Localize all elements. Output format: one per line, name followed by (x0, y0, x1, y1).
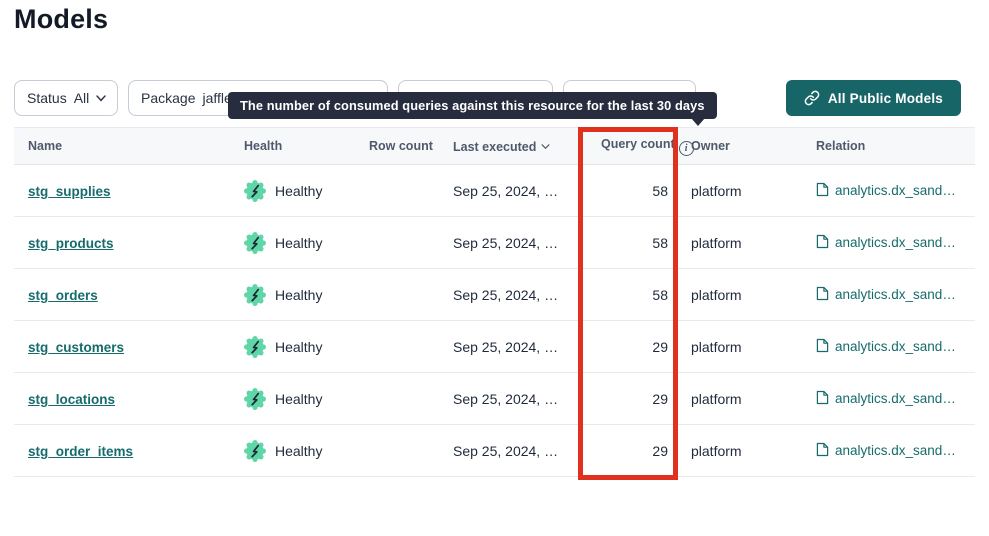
health-label: Healthy (275, 443, 322, 459)
file-icon (816, 442, 829, 460)
file-icon (816, 234, 829, 252)
file-icon (816, 338, 829, 356)
file-icon (816, 286, 829, 304)
tooltip-arrow (691, 118, 705, 126)
row-count-cell (355, 165, 439, 217)
row-count-cell (355, 425, 439, 477)
column-header-query-count[interactable]: Query counti (587, 128, 677, 165)
table-row: stg_products Healthy Sep 25, 2024, … 58 … (14, 217, 975, 269)
owner-cell: platform (677, 165, 802, 217)
query-count-tooltip: The number of consumed queries against t… (228, 92, 717, 119)
query-count-cell: 58 (587, 269, 677, 321)
query-count-cell: 29 (587, 425, 677, 477)
model-link[interactable]: stg_customers (28, 340, 124, 355)
healthy-badge-icon (244, 232, 266, 254)
row-count-cell (355, 269, 439, 321)
column-header-health: Health (230, 128, 355, 165)
relation-link[interactable]: analytics.dx_sand… (835, 287, 956, 302)
table-row: stg_locations Healthy Sep 25, 2024, … 29… (14, 373, 975, 425)
relation-link[interactable]: analytics.dx_sand… (835, 339, 956, 354)
health-label: Healthy (275, 287, 322, 303)
status-filter[interactable]: Status All (14, 80, 118, 116)
owner-cell: platform (677, 217, 802, 269)
model-link[interactable]: stg_products (28, 236, 114, 251)
row-count-cell (355, 217, 439, 269)
last-executed-cell: Sep 25, 2024, … (439, 217, 587, 269)
model-link[interactable]: stg_locations (28, 392, 115, 407)
last-executed-cell: Sep 25, 2024, … (439, 373, 587, 425)
model-link[interactable]: stg_order_items (28, 444, 133, 459)
owner-cell: platform (677, 321, 802, 373)
health-label: Healthy (275, 183, 322, 199)
health-label: Healthy (275, 339, 322, 355)
healthy-badge-icon (244, 284, 266, 306)
last-executed-label: Last executed (453, 140, 536, 154)
column-header-last-executed[interactable]: Last executed (439, 128, 587, 165)
page-title: Models (14, 4, 108, 35)
column-header-relation: Relation (802, 128, 975, 165)
all-public-models-button[interactable]: All Public Models (786, 80, 961, 116)
healthy-badge-icon (244, 180, 266, 202)
table-row: stg_orders Healthy Sep 25, 2024, … 58 pl… (14, 269, 975, 321)
model-link[interactable]: stg_orders (28, 288, 98, 303)
model-link[interactable]: stg_supplies (28, 184, 111, 199)
models-page: Models Status All Package jaffle_ (0, 0, 989, 536)
table-row: stg_customers Healthy Sep 25, 2024, … 29… (14, 321, 975, 373)
row-count-cell (355, 373, 439, 425)
relation-link[interactable]: analytics.dx_sand… (835, 235, 956, 250)
package-filter-label: Package (141, 90, 195, 106)
row-count-cell (355, 321, 439, 373)
query-count-cell: 29 (587, 373, 677, 425)
last-executed-cell: Sep 25, 2024, … (439, 425, 587, 477)
healthy-badge-icon (244, 336, 266, 358)
table-row: stg_order_items Healthy Sep 25, 2024, … … (14, 425, 975, 477)
tooltip-text: The number of consumed queries against t… (240, 98, 705, 113)
models-table: Name Health Row count Last executed Quer… (14, 127, 975, 477)
file-icon (816, 390, 829, 408)
column-header-name: Name (14, 128, 230, 165)
file-icon (816, 182, 829, 200)
last-executed-cell: Sep 25, 2024, … (439, 321, 587, 373)
healthy-badge-icon (244, 440, 266, 462)
column-header-row-count: Row count (355, 128, 439, 165)
health-label: Healthy (275, 391, 322, 407)
sort-chevron-icon (541, 139, 550, 153)
link-icon (804, 90, 820, 106)
healthy-badge-icon (244, 388, 266, 410)
chevron-down-icon (96, 95, 106, 102)
status-filter-value: All (74, 90, 90, 106)
query-count-label: Query count (601, 137, 675, 151)
owner-cell: platform (677, 425, 802, 477)
health-label: Healthy (275, 235, 322, 251)
table-header-row: Name Health Row count Last executed Quer… (14, 128, 975, 165)
query-count-cell: 58 (587, 217, 677, 269)
column-header-owner: Owner (677, 128, 802, 165)
owner-cell: platform (677, 373, 802, 425)
query-count-cell: 29 (587, 321, 677, 373)
relation-link[interactable]: analytics.dx_sand… (835, 183, 956, 198)
relation-link[interactable]: analytics.dx_sand… (835, 391, 956, 406)
table-row: stg_supplies Healthy Sep 25, 2024, … 58 … (14, 165, 975, 217)
status-filter-label: Status (27, 90, 67, 106)
all-public-models-label: All Public Models (828, 91, 943, 106)
owner-cell: platform (677, 269, 802, 321)
query-count-cell: 58 (587, 165, 677, 217)
last-executed-cell: Sep 25, 2024, … (439, 165, 587, 217)
last-executed-cell: Sep 25, 2024, … (439, 269, 587, 321)
relation-link[interactable]: analytics.dx_sand… (835, 443, 956, 458)
